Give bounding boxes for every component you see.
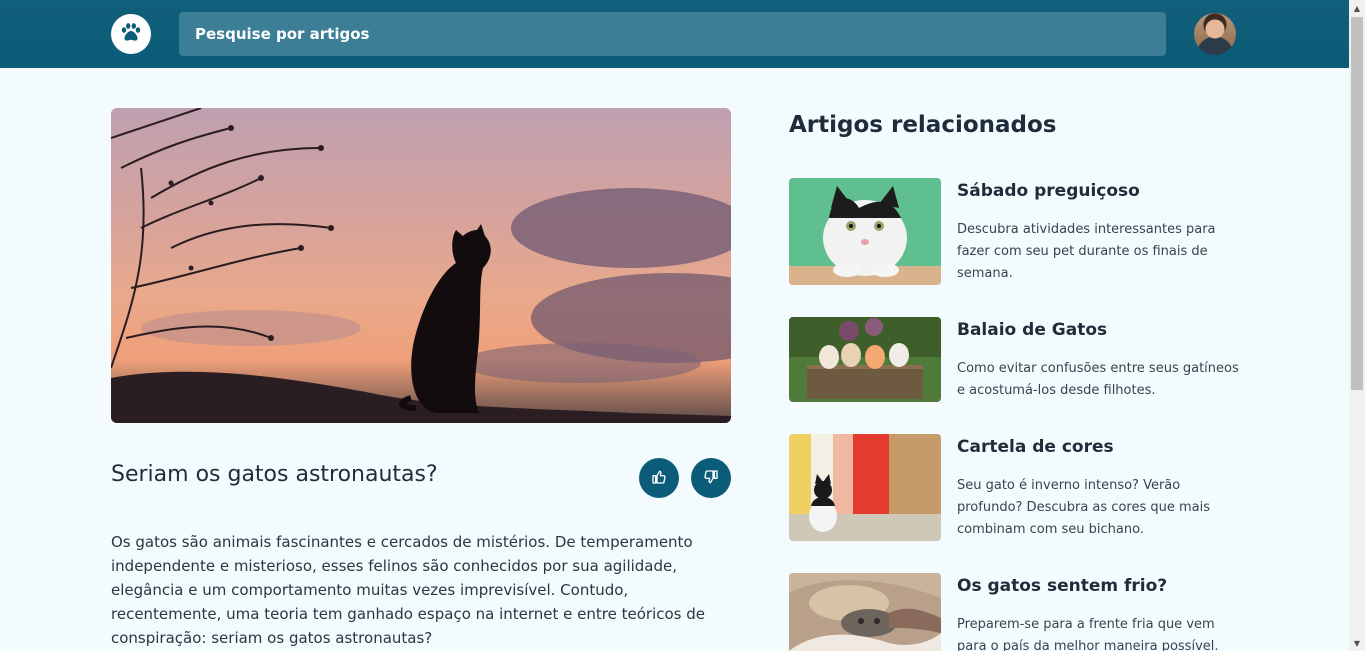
related-image-balaio[interactable] bbox=[789, 317, 941, 402]
article-hero-image bbox=[111, 108, 731, 423]
scroll-thumb[interactable] bbox=[1351, 17, 1363, 390]
related-image-sabado[interactable] bbox=[789, 178, 941, 285]
dislike-button[interactable] bbox=[691, 458, 731, 498]
search-input[interactable] bbox=[179, 12, 1166, 56]
related-image-frio[interactable] bbox=[789, 573, 941, 651]
thumbs-down-icon bbox=[703, 469, 719, 488]
related-desc-1: Descubra atividades interessantes para f… bbox=[957, 222, 1216, 281]
top-header bbox=[0, 0, 1349, 68]
related-title-1[interactable]: Sábado preguiçoso bbox=[957, 181, 1140, 201]
scroll-up-arrow-icon[interactable]: ▲ bbox=[1349, 0, 1365, 16]
related-desc-3: Seu gato é inverno intenso? Verão profun… bbox=[957, 478, 1210, 537]
article-title: Seriam os gatos astronautas? bbox=[111, 462, 438, 487]
thumbs-up-icon bbox=[651, 469, 667, 488]
related-desc-4: Preparem-se para a frente fria que vem p… bbox=[957, 617, 1219, 651]
related-image-cartela[interactable] bbox=[789, 434, 941, 541]
user-avatar[interactable] bbox=[1194, 13, 1236, 55]
like-button[interactable] bbox=[639, 458, 679, 498]
logo-button[interactable] bbox=[111, 14, 151, 54]
related-desc-2: Como evitar confusões entre seus gatíneo… bbox=[957, 361, 1239, 398]
related-title-3[interactable]: Cartela de cores bbox=[957, 437, 1114, 457]
article-body: Os gatos são animais fascinantes e cerca… bbox=[111, 533, 706, 647]
related-title-2[interactable]: Balaio de Gatos bbox=[957, 320, 1107, 340]
page-scrollbar[interactable]: ▲ ▼ bbox=[1349, 0, 1365, 651]
scroll-down-arrow-icon[interactable]: ▼ bbox=[1349, 635, 1365, 651]
related-heading: Artigos relacionados bbox=[789, 112, 1057, 138]
paw-icon bbox=[119, 20, 143, 48]
related-title-4[interactable]: Os gatos sentem frio? bbox=[957, 576, 1167, 596]
